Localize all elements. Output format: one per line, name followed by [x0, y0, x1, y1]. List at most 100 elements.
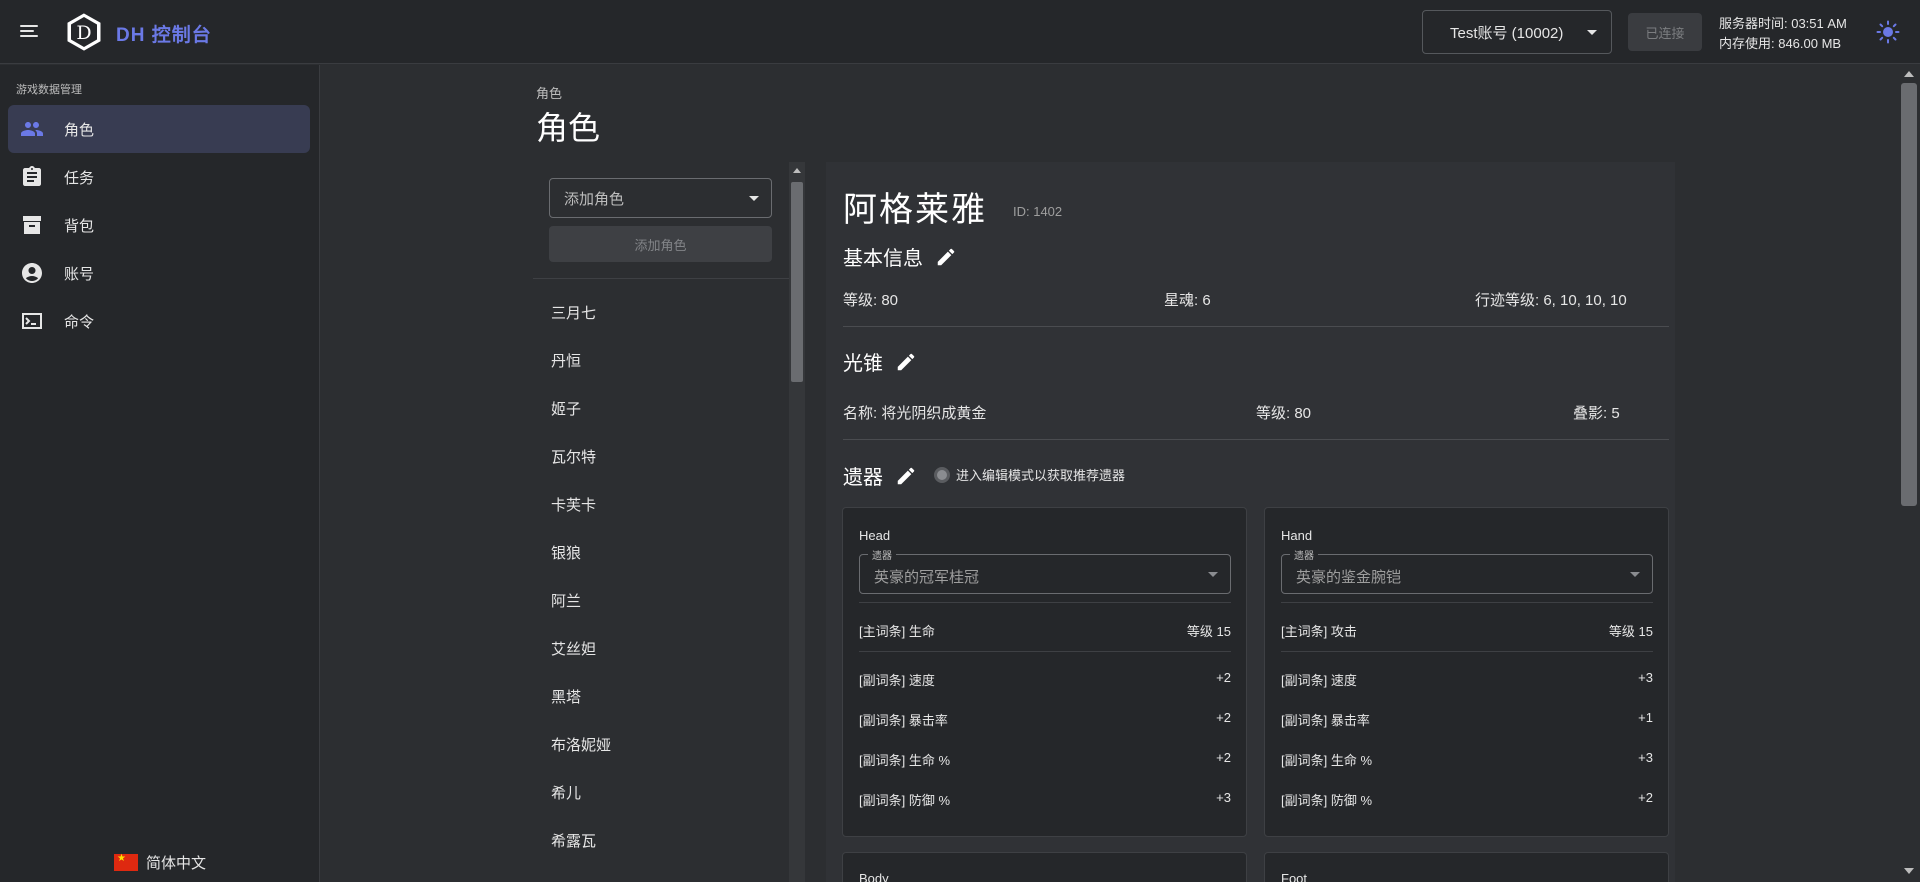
- scrollbar-thumb[interactable]: [1901, 83, 1917, 506]
- relic-slot: Foot: [1281, 871, 1308, 882]
- scrollbar-thumb[interactable]: [791, 182, 803, 382]
- terminal-icon: [22, 313, 42, 329]
- relic-select[interactable]: 遗器 英豪的冠军桂冠: [859, 547, 1231, 594]
- main-stat-value: 等级 15: [1186, 624, 1231, 639]
- sub-stat-value: +2: [1216, 710, 1231, 725]
- sub-stat-value: +3: [1638, 670, 1653, 685]
- relic-main-stat: [主词条] 攻击 等级 15: [1281, 621, 1653, 640]
- sub-stat-label: [副词条] 生命 %: [859, 753, 951, 768]
- toggle-label: 进入编辑模式以获取推荐遗器: [956, 468, 1126, 483]
- scroll-up-icon[interactable]: [793, 168, 801, 173]
- sidebar-item-label: 命令: [64, 313, 95, 331]
- server-time: 服务器时间: 03:51 AM: [1719, 16, 1847, 31]
- logo-letter: D: [76, 22, 91, 44]
- edit-icon[interactable]: [895, 465, 917, 487]
- list-item[interactable]: 银狼: [533, 528, 789, 576]
- relic-sub-stat: [副词条] 暴击率 +1: [1281, 710, 1653, 729]
- lightcone-level: 等级: 80: [1256, 405, 1312, 422]
- list-item[interactable]: 希儿: [533, 768, 789, 816]
- sub-stat-value: +3: [1638, 750, 1653, 765]
- page-scrollbar[interactable]: [1898, 65, 1920, 882]
- list-item[interactable]: 黑塔: [533, 672, 789, 720]
- relic-slot: Body: [859, 871, 889, 882]
- relic-card-head: Head 遗器 英豪的冠军桂冠 [主词条] 生命 等级 15 [副词条] 速度 …: [842, 507, 1247, 837]
- sidebar-header: 游戏数据管理: [16, 84, 82, 96]
- relic-card-foot: Foot: [1264, 852, 1669, 882]
- divider: [859, 602, 1231, 603]
- sidebar-item-label: 账号: [64, 265, 95, 283]
- sidebar-item-account[interactable]: 账号: [8, 249, 310, 297]
- divider: [843, 439, 1669, 440]
- top-app-bar: D DH 控制台 Test账号 (10002) 已连接 服务器时间: 03:51…: [0, 0, 1920, 64]
- divider: [843, 326, 1669, 327]
- add-character-select[interactable]: 添加角色: [549, 178, 772, 218]
- list-scrollbar[interactable]: [789, 162, 805, 882]
- relic-select-value: 英豪的鉴金腕铠: [1296, 569, 1402, 586]
- relic-sub-stat: [副词条] 生命 % +3: [1281, 750, 1653, 769]
- list-item[interactable]: 阿兰: [533, 576, 789, 624]
- section-title: 基本信息: [843, 248, 923, 270]
- lightcone-superimpose: 叠影: 5: [1573, 405, 1620, 422]
- menu-toggle-icon[interactable]: [20, 22, 44, 42]
- edit-icon[interactable]: [935, 246, 957, 268]
- relic-main-stat: [主词条] 生命 等级 15: [859, 621, 1231, 640]
- language-selector[interactable]: 简体中文: [114, 852, 206, 873]
- divider: [859, 651, 1231, 652]
- relic-sub-stat: [副词条] 速度 +2: [859, 670, 1231, 689]
- connect-button[interactable]: 已连接: [1628, 13, 1702, 51]
- sub-stat-label: [副词条] 速度: [1281, 673, 1357, 688]
- page-title: 角色: [536, 110, 601, 146]
- sidebar-item-characters[interactable]: 角色: [8, 105, 310, 153]
- list-item[interactable]: 布洛妮娅: [533, 720, 789, 768]
- sub-stat-value: +2: [1216, 670, 1231, 685]
- list-item[interactable]: 丹恒: [533, 336, 789, 384]
- relic-select-value: 英豪的冠军桂冠: [874, 569, 980, 586]
- logo-icon: D: [67, 13, 101, 51]
- account-circle-icon: [22, 263, 42, 283]
- list-item[interactable]: 卡芙卡: [533, 480, 789, 528]
- people-icon: [21, 122, 43, 136]
- account-select[interactable]: Test账号 (10002): [1422, 10, 1612, 54]
- chevron-down-icon: [1208, 572, 1218, 577]
- edit-icon[interactable]: [895, 351, 917, 373]
- list-item[interactable]: 希露瓦: [533, 816, 789, 864]
- server-info: 服务器时间: 03:51 AM 内存使用: 846.00 MB: [1719, 14, 1847, 54]
- relic-slot: Head: [859, 528, 891, 543]
- lightcone-name: 名称: 将光阴织成黄金: [843, 405, 987, 422]
- sub-stat-value: +3: [1216, 790, 1231, 805]
- relic-sub-stat: [副词条] 生命 % +2: [859, 750, 1231, 769]
- list-item[interactable]: 三月七: [533, 288, 789, 336]
- recommend-relic-toggle[interactable]: 进入编辑模式以获取推荐遗器: [934, 465, 1125, 484]
- chevron-down-icon: [1587, 29, 1597, 35]
- sidebar-item-commands[interactable]: 命令: [8, 297, 310, 345]
- archive-icon: [23, 216, 41, 234]
- china-flag-icon: [114, 853, 138, 871]
- sidebar-item-missions[interactable]: 任务: [8, 153, 310, 201]
- relic-select[interactable]: 遗器 英豪的鉴金腕铠: [1281, 547, 1653, 594]
- relic-sub-stat: [副词条] 暴击率 +2: [859, 710, 1231, 729]
- divider: [1281, 602, 1653, 603]
- scroll-down-icon[interactable]: [1904, 868, 1914, 874]
- relic-sub-stat: [副词条] 速度 +3: [1281, 670, 1653, 689]
- brightness-icon[interactable]: [1876, 20, 1900, 44]
- scroll-up-icon[interactable]: [1904, 71, 1914, 77]
- section-title: 光锥: [843, 353, 883, 375]
- list-item[interactable]: 艾丝妲: [533, 624, 789, 672]
- breadcrumb: 角色: [536, 86, 563, 101]
- list-item[interactable]: 姬子: [533, 384, 789, 432]
- language-label: 简体中文: [146, 855, 207, 872]
- field-legend: 遗器: [1290, 547, 1318, 562]
- sidebar-item-inventory[interactable]: 背包: [8, 201, 310, 249]
- main-stat-label: [主词条] 攻击: [1281, 624, 1357, 639]
- main-stat-label: [主词条] 生命: [859, 624, 935, 639]
- sub-stat-label: [副词条] 防御 %: [1281, 793, 1373, 808]
- sub-stat-label: [副词条] 暴击率: [859, 713, 948, 728]
- app-title: DH 控制台: [116, 25, 212, 46]
- relic-card-body: Body: [842, 852, 1247, 882]
- relic-sub-stat: [副词条] 防御 % +3: [859, 790, 1231, 809]
- relic-slot: Hand: [1281, 528, 1313, 543]
- list-item[interactable]: 瓦尔特: [533, 432, 789, 480]
- sub-stat-label: [副词条] 速度: [859, 673, 935, 688]
- add-character-button[interactable]: 添加角色: [549, 226, 772, 262]
- relic-card-hand: Hand 遗器 英豪的鉴金腕铠 [主词条] 攻击 等级 15 [副词条] 速度 …: [1264, 507, 1669, 837]
